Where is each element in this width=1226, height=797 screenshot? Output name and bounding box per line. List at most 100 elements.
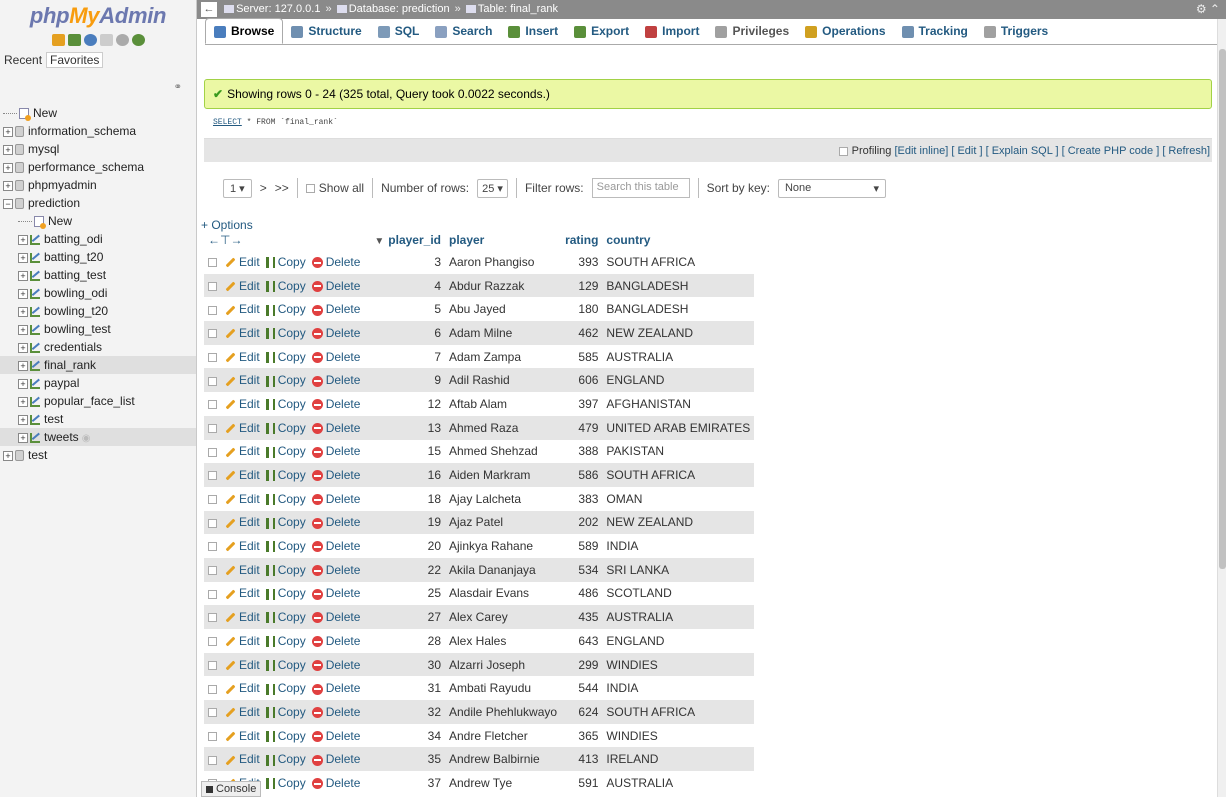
cell-rating[interactable]: 435 <box>561 605 603 629</box>
row-checkbox[interactable] <box>208 258 217 268</box>
expand-icon[interactable]: + <box>3 450 13 461</box>
cell-player-id[interactable]: 31 <box>370 676 445 701</box>
cell-country[interactable]: AUSTRALIA <box>602 605 755 629</box>
row-checkbox[interactable] <box>208 660 217 670</box>
column-header-player-id[interactable]: ▼ player_id <box>370 230 445 250</box>
cell-player-id[interactable]: 30 <box>370 652 445 677</box>
tree-item[interactable]: + phpmyadmin <box>0 176 196 194</box>
cell-country[interactable]: NEW ZEALAND <box>602 510 755 535</box>
tree-item[interactable]: + final_rank <box>0 356 196 374</box>
rows-per-page-select[interactable]: 25 ▾ <box>477 178 508 198</box>
edit-button[interactable]: Edit <box>225 515 260 529</box>
column-arrows[interactable]: ←⊤→ <box>204 230 370 250</box>
tab-triggers[interactable]: Triggers <box>976 19 1056 44</box>
expand-icon[interactable]: + <box>3 126 13 137</box>
edit-button[interactable]: Edit <box>225 373 260 387</box>
copy-button[interactable]: Copy <box>265 421 306 435</box>
cell-country[interactable]: WINDIES <box>602 723 755 748</box>
cell-player[interactable]: Ahmed Shehzad <box>445 439 562 464</box>
cell-rating[interactable]: 606 <box>561 368 603 393</box>
copy-button[interactable]: Copy <box>265 729 306 743</box>
tree-item[interactable]: − prediction <box>0 194 196 212</box>
sql-keyword-link[interactable]: SELECT <box>213 118 242 127</box>
reload-icon[interactable] <box>131 34 145 46</box>
copy-button[interactable]: Copy <box>265 539 306 553</box>
delete-button[interactable]: Delete <box>311 729 360 743</box>
edit-button[interactable]: Edit <box>225 563 260 577</box>
edit-button[interactable]: Edit <box>225 610 260 624</box>
cell-player-id[interactable]: 22 <box>370 557 445 582</box>
copy-button[interactable]: Copy <box>265 492 306 506</box>
cell-rating[interactable]: 589 <box>561 534 603 558</box>
edit-button[interactable]: Edit <box>225 350 260 364</box>
cell-player[interactable]: Andrew Balbirnie <box>445 747 562 772</box>
row-checkbox[interactable] <box>208 589 217 599</box>
cell-player[interactable]: Andrew Tye <box>445 771 562 795</box>
cell-country[interactable]: PAKISTAN <box>602 439 755 464</box>
cell-player[interactable]: Akila Dananjaya <box>445 557 562 582</box>
delete-button[interactable]: Delete <box>311 326 360 340</box>
expand-icon[interactable]: + <box>18 378 28 389</box>
cell-player-id[interactable]: 20 <box>370 534 445 558</box>
hidden-eye-icon[interactable]: ◉ <box>82 433 91 444</box>
delete-button[interactable]: Delete <box>311 515 360 529</box>
column-header-rating[interactable]: rating <box>561 230 602 250</box>
copy-button[interactable]: Copy <box>265 397 306 411</box>
explain-sql-link[interactable]: [ Explain SQL ] <box>986 145 1059 157</box>
cell-player[interactable]: Adam Milne <box>445 321 562 345</box>
edit-button[interactable]: Edit <box>225 729 260 743</box>
delete-button[interactable]: Delete <box>311 373 360 387</box>
row-checkbox[interactable] <box>208 495 217 505</box>
cell-player[interactable]: Ajay Lalcheta <box>445 486 562 511</box>
delete-button[interactable]: Delete <box>311 279 360 293</box>
copy-button[interactable]: Copy <box>265 279 306 293</box>
sort-key-select[interactable]: None ▾ <box>777 178 886 198</box>
delete-button[interactable]: Delete <box>311 468 360 482</box>
expand-icon[interactable]: + <box>18 252 28 263</box>
row-checkbox[interactable] <box>208 708 217 718</box>
row-checkbox[interactable] <box>208 447 217 457</box>
favorites-tab[interactable]: Favorites <box>46 52 104 68</box>
scrollbar-thumb[interactable] <box>1219 49 1226 569</box>
delete-button[interactable]: Delete <box>311 563 360 577</box>
cell-rating[interactable]: 388 <box>561 439 603 464</box>
cell-country[interactable]: AUSTRALIA <box>602 344 755 369</box>
breadcrumb-database[interactable]: Database: prediction <box>349 3 450 15</box>
tree-item[interactable]: + test <box>0 446 196 464</box>
edit-inline-link[interactable]: [Edit inline] <box>894 145 948 157</box>
tab-tracking[interactable]: Tracking <box>894 19 976 44</box>
delete-button[interactable]: Delete <box>311 421 360 435</box>
row-checkbox[interactable] <box>208 376 217 386</box>
copy-button[interactable]: Copy <box>265 326 306 340</box>
expand-icon[interactable]: + <box>18 234 28 245</box>
cell-country[interactable]: SCOTLAND <box>602 581 755 606</box>
cell-country[interactable]: SOUTH AFRICA <box>602 700 755 724</box>
cell-rating[interactable]: 643 <box>561 629 603 653</box>
settings-icon[interactable] <box>115 34 129 46</box>
copy-button[interactable]: Copy <box>265 515 306 529</box>
copy-button[interactable]: Copy <box>265 776 306 790</box>
row-checkbox[interactable] <box>208 637 217 647</box>
copy-button[interactable]: Copy <box>265 563 306 577</box>
edit-button[interactable]: Edit <box>225 468 260 482</box>
cell-rating[interactable]: 129 <box>561 273 603 298</box>
cell-player[interactable]: Abu Jayed <box>445 297 562 322</box>
edit-button[interactable]: Edit <box>225 255 260 269</box>
cell-country[interactable]: ENGLAND <box>602 629 755 653</box>
cell-country[interactable]: OMAN <box>602 486 755 511</box>
row-checkbox[interactable] <box>208 731 217 741</box>
cell-country[interactable]: NEW ZEALAND <box>602 321 755 345</box>
expand-icon[interactable]: + <box>18 396 28 407</box>
tab-import[interactable]: Import <box>637 19 707 44</box>
delete-button[interactable]: Delete <box>311 444 360 458</box>
cell-player-id[interactable]: 37 <box>370 771 445 795</box>
expand-icon[interactable]: + <box>18 288 28 299</box>
row-checkbox[interactable] <box>208 684 217 694</box>
cell-player[interactable]: Aaron Phangiso <box>445 250 562 274</box>
cell-rating[interactable]: 462 <box>561 321 603 345</box>
cell-player[interactable]: Aiden Markram <box>445 463 562 487</box>
column-header-country[interactable]: country <box>602 230 754 250</box>
delete-button[interactable]: Delete <box>311 255 360 269</box>
tab-search[interactable]: Search <box>427 19 500 44</box>
cell-rating[interactable]: 585 <box>561 344 603 369</box>
